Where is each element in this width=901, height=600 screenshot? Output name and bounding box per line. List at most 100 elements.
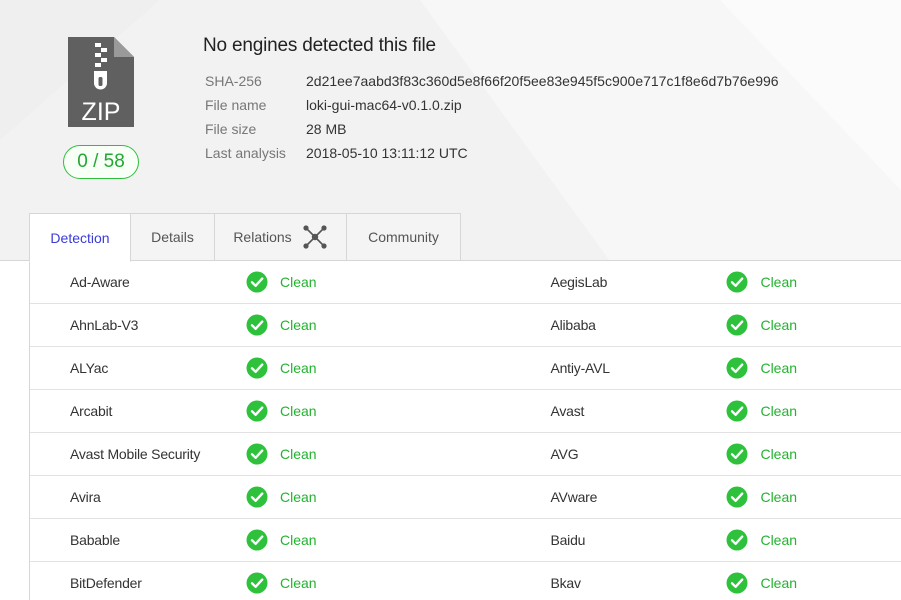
- engine-status: Clean: [246, 357, 317, 379]
- table-row: Babable Clean Baidu Clean: [30, 519, 901, 562]
- status-label: Clean: [760, 403, 798, 419]
- meta-row-last-analysis: Last analysis 2018-05-10 13:11:12 UTC: [205, 143, 779, 167]
- detection-cell: Avast Clean: [510, 390, 901, 432]
- status-label: Clean: [760, 446, 798, 462]
- engine-name: Avast: [550, 403, 585, 419]
- table-row: Ad-Aware Clean AegisLab Clean: [30, 261, 901, 304]
- last-analysis-value: 2018-05-10 13:11:12 UTC: [306, 145, 468, 161]
- table-row: Arcabit Clean Avast Clean: [30, 390, 901, 433]
- engine-name: AegisLab: [550, 274, 608, 290]
- check-circle-icon: [246, 357, 268, 379]
- detection-cell: Alibaba Clean: [510, 304, 901, 346]
- zip-file-label: ZIP: [82, 98, 121, 126]
- engine-status: Clean: [726, 400, 797, 422]
- table-row: ALYac Clean Antiy-AVL Clean: [30, 347, 901, 390]
- engine-status: Clean: [726, 529, 797, 551]
- table-row: BitDefender Clean Bkav Clean: [30, 562, 901, 600]
- engine-name: Babable: [70, 532, 120, 548]
- sha256-value: 2d21ee7aabd3f83c360d5e8f66f20f5ee83e945f…: [306, 73, 779, 89]
- tab-relations[interactable]: Relations: [215, 213, 347, 261]
- zip-file-icon: ZIP: [68, 37, 134, 127]
- detection-cell: Bkav Clean: [510, 562, 901, 600]
- status-label: Clean: [280, 360, 317, 376]
- meta-row-file-name: File name loki-gui-mac64-v0.1.0.zip: [205, 95, 779, 119]
- engine-name: Antiy-AVL: [550, 360, 610, 376]
- tab-relations-label: Relations: [233, 229, 292, 245]
- engine-status: Clean: [246, 572, 317, 594]
- meta-row-sha256: SHA-256 2d21ee7aabd3f83c360d5e8f66f20f5e…: [205, 71, 779, 95]
- page-title: No engines detected this file: [203, 35, 436, 56]
- detection-cell: Avira Clean: [30, 476, 510, 518]
- check-circle-icon: [246, 271, 268, 293]
- detection-cell: Baidu Clean: [510, 519, 901, 561]
- status-label: Clean: [760, 575, 798, 591]
- engine-status: Clean: [726, 572, 797, 594]
- engine-name: Avira: [70, 489, 101, 505]
- detection-cell: Ad-Aware Clean: [30, 261, 510, 303]
- status-label: Clean: [280, 532, 317, 548]
- engine-name: Bkav: [550, 575, 581, 591]
- engine-name: Ad-Aware: [70, 274, 130, 290]
- detection-cell: AhnLab-V3 Clean: [30, 304, 510, 346]
- detection-cell: Arcabit Clean: [30, 390, 510, 432]
- engine-status: Clean: [246, 529, 317, 551]
- tab-community[interactable]: Community: [347, 213, 461, 261]
- engine-name: Arcabit: [70, 403, 113, 419]
- file-name-value: loki-gui-mac64-v0.1.0.zip: [306, 97, 462, 113]
- engine-name: AVG: [550, 446, 579, 462]
- tab-details[interactable]: Details: [131, 213, 215, 261]
- meta-label: File name: [205, 97, 267, 113]
- engine-status: Clean: [726, 486, 797, 508]
- status-label: Clean: [280, 317, 317, 333]
- engine-name: AVware: [550, 489, 598, 505]
- check-circle-icon: [726, 357, 748, 379]
- check-circle-icon: [246, 443, 268, 465]
- detection-score-badge: 0 / 58: [63, 145, 139, 179]
- table-row: Avira Clean AVware Clean: [30, 476, 901, 519]
- detection-cell: AVG Clean: [510, 433, 901, 475]
- check-circle-icon: [726, 314, 748, 336]
- check-circle-icon: [246, 529, 268, 551]
- engine-status: Clean: [246, 486, 317, 508]
- check-circle-icon: [726, 271, 748, 293]
- check-circle-icon: [246, 314, 268, 336]
- engine-status: Clean: [726, 271, 797, 293]
- detection-rows: Ad-Aware Clean AegisLab Clean AhnLab-V3 Clean…: [29, 261, 901, 600]
- check-circle-icon: [726, 443, 748, 465]
- engine-status: Clean: [246, 400, 317, 422]
- engine-status: Clean: [246, 443, 317, 465]
- engine-name: Avast Mobile Security: [70, 446, 201, 462]
- engine-name: Baidu: [550, 532, 586, 548]
- file-metadata: SHA-256 2d21ee7aabd3f83c360d5e8f66f20f5e…: [205, 71, 779, 167]
- meta-row-file-size: File size 28 MB: [205, 119, 779, 143]
- check-circle-icon: [246, 572, 268, 594]
- check-circle-icon: [726, 529, 748, 551]
- file-size-value: 28 MB: [306, 121, 347, 137]
- status-label: Clean: [280, 274, 317, 290]
- status-label: Clean: [760, 360, 798, 376]
- engine-status: Clean: [726, 443, 797, 465]
- status-label: Clean: [760, 489, 798, 505]
- check-circle-icon: [246, 400, 268, 422]
- engine-name: ALYac: [70, 360, 109, 376]
- detection-cell: Antiy-AVL Clean: [510, 347, 901, 389]
- detection-cell: BitDefender Clean: [30, 562, 510, 600]
- detection-cell: AVware Clean: [510, 476, 901, 518]
- tab-detection[interactable]: Detection: [29, 213, 131, 262]
- meta-label: Last analysis: [205, 145, 286, 161]
- table-row: Avast Mobile Security Clean AVG Clean: [30, 433, 901, 476]
- check-circle-icon: [246, 486, 268, 508]
- detection-cell: ALYac Clean: [30, 347, 510, 389]
- check-circle-icon: [726, 486, 748, 508]
- check-circle-icon: [726, 572, 748, 594]
- engine-name: AhnLab-V3: [70, 317, 139, 333]
- detection-cell: AegisLab Clean: [510, 261, 901, 303]
- status-label: Clean: [280, 575, 317, 591]
- status-label: Clean: [760, 532, 798, 548]
- engine-status: Clean: [246, 271, 317, 293]
- meta-label: SHA-256: [205, 73, 262, 89]
- table-row: AhnLab-V3 Clean Alibaba Clean: [30, 304, 901, 347]
- engine-status: Clean: [726, 357, 797, 379]
- detection-results-table: Ad-Aware Clean AegisLab Clean AhnLab-V3 Clean…: [0, 260, 901, 600]
- check-circle-icon: [726, 400, 748, 422]
